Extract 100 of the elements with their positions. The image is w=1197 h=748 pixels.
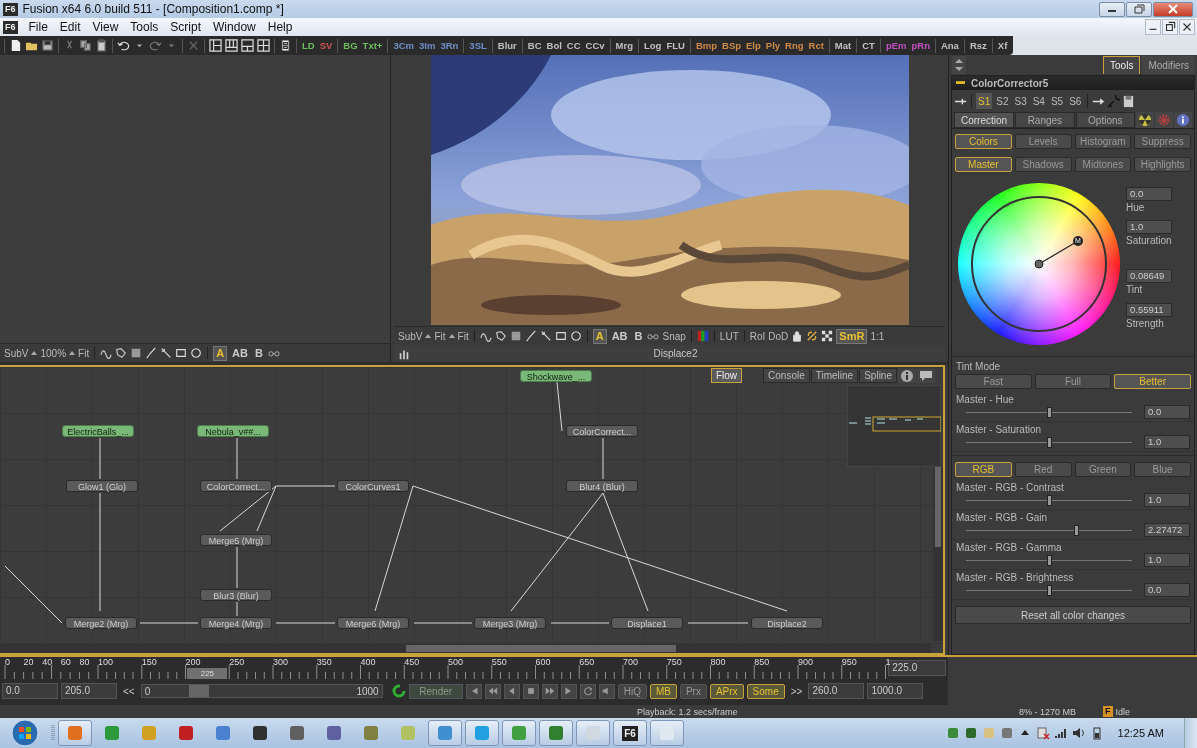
layout-icon[interactable]: [225, 39, 238, 52]
render-start-field[interactable]: 205.0: [61, 683, 117, 699]
render-icon[interactable]: [391, 684, 406, 698]
tool-button[interactable]: pEm: [883, 40, 909, 51]
tool-button[interactable]: Log: [642, 40, 664, 51]
flow-node[interactable]: ElectricBalls_...: [62, 425, 134, 437]
polygon-icon[interactable]: [494, 330, 507, 342]
layout-icon[interactable]: [241, 39, 254, 52]
collapse-icon[interactable]: [956, 81, 965, 85]
taskbar-app[interactable]: [539, 720, 573, 746]
panel-tab[interactable]: Modifiers: [1142, 56, 1195, 74]
value-field[interactable]: 1.0: [1126, 220, 1172, 234]
flow-node[interactable]: Merge6 (Mrg): [337, 617, 409, 629]
tool-button[interactable]: BC: [525, 40, 544, 51]
menu-item[interactable]: Window: [207, 20, 262, 34]
wand-icon[interactable]: [539, 330, 552, 342]
menu-item[interactable]: Tools: [124, 20, 165, 34]
set-button[interactable]: S6: [1067, 93, 1084, 109]
taskbar-app[interactable]: F6: [613, 720, 647, 746]
tool-button[interactable]: Bol: [544, 40, 564, 51]
brush-icon[interactable]: [524, 330, 537, 342]
navigator-minimap[interactable]: [847, 385, 941, 467]
panel-tab[interactable]: Tools: [1103, 56, 1141, 74]
signal-icon[interactable]: [1053, 726, 1068, 740]
inspector-tab[interactable]: Correction: [954, 112, 1015, 128]
close-button[interactable]: [1153, 1, 1193, 17]
brush-icon[interactable]: [145, 347, 158, 359]
option-button[interactable]: MB: [649, 683, 677, 699]
go-to-start-button[interactable]: [465, 683, 482, 699]
rewind-button[interactable]: [484, 683, 501, 699]
new-file-icon[interactable]: [9, 39, 22, 52]
tool-button[interactable]: 3Im: [417, 40, 438, 51]
channel-button[interactable]: AB: [230, 345, 250, 361]
mode-button[interactable]: Colors: [955, 134, 1012, 149]
render-button[interactable]: Render: [408, 683, 463, 699]
set-button[interactable]: S2: [994, 93, 1011, 109]
option-button[interactable]: Some: [746, 683, 785, 699]
flow-node[interactable]: Blur3 (Blur): [200, 589, 272, 601]
up-down-icon[interactable]: [952, 56, 966, 74]
play-reverse-button[interactable]: [503, 683, 520, 699]
link-icon[interactable]: [806, 330, 819, 342]
value-field[interactable]: 2.27472: [1144, 523, 1190, 537]
panel-tab[interactable]: Timeline: [810, 368, 859, 383]
tint-mode-button[interactable]: Better: [1114, 374, 1191, 389]
tool-button[interactable]: Elp: [744, 40, 763, 51]
channel-button[interactable]: Red: [1014, 462, 1072, 477]
mode-button[interactable]: Histogram: [1074, 134, 1132, 149]
slider-thumb[interactable]: [1047, 494, 1052, 506]
panel-tab[interactable]: Flow: [710, 368, 743, 383]
set-button[interactable]: S1: [976, 93, 993, 109]
info-icon[interactable]: [898, 368, 916, 383]
flow-node[interactable]: Merge4 (Mrg): [200, 617, 272, 629]
mode-button[interactable]: Suppress: [1134, 134, 1191, 149]
menu-item[interactable]: Script: [164, 20, 208, 34]
end-time-field[interactable]: 1000.0: [867, 683, 924, 699]
restore-icon[interactable]: [1162, 19, 1178, 35]
channel-button[interactable]: Green: [1074, 462, 1132, 477]
channel-button[interactable]: A: [592, 328, 607, 344]
tool-button[interactable]: Mat: [832, 40, 854, 51]
channel-button[interactable]: AB: [609, 328, 630, 344]
start-button[interactable]: [10, 718, 40, 748]
stop-button[interactable]: [522, 683, 539, 699]
channel-button[interactable]: B: [253, 345, 265, 361]
clipboard-icon[interactable]: [95, 39, 108, 52]
slider-thumb[interactable]: [1073, 524, 1079, 536]
caret-icon[interactable]: [69, 350, 76, 356]
checker-icon[interactable]: [821, 330, 834, 342]
flow-node[interactable]: Displace2: [751, 617, 823, 629]
tool-button[interactable]: Ply: [763, 40, 783, 51]
network-warning-icon[interactable]: [1035, 726, 1050, 740]
value-field[interactable]: 1.0: [1144, 553, 1190, 567]
channel-button[interactable]: B: [632, 328, 645, 344]
slider-thumb[interactable]: [1047, 584, 1052, 596]
go-to-end-button[interactable]: [560, 683, 577, 699]
lut-button[interactable]: LUT: [719, 330, 739, 342]
tool-button[interactable]: FLU: [664, 40, 687, 51]
tool-button[interactable]: SV: [317, 40, 335, 51]
tool-button[interactable]: Mrg: [613, 40, 635, 51]
value-field[interactable]: 0.0: [1144, 405, 1190, 419]
range-button[interactable]: Highlights: [1134, 157, 1191, 172]
flow-node[interactable]: ColorCurves1: [337, 480, 409, 492]
tool-button[interactable]: pRn: [909, 40, 932, 51]
flow-node[interactable]: Nebula_v##...: [197, 425, 269, 437]
range-button[interactable]: Master: [955, 157, 1012, 172]
tool-button[interactable]: Blur: [495, 40, 519, 51]
fit-button[interactable]: Fit: [78, 347, 90, 359]
tool-button[interactable]: CC: [564, 40, 583, 51]
flow-node[interactable]: Merge3 (Mrg): [474, 617, 546, 629]
dod-button[interactable]: DoD: [768, 330, 789, 342]
tint-mode-button[interactable]: Full: [1034, 374, 1112, 389]
flow-node[interactable]: Merge2 (Mrg): [65, 617, 137, 629]
menu-item[interactable]: Help: [261, 20, 299, 34]
clip-icon[interactable]: [279, 39, 292, 52]
channel-button[interactable]: A: [213, 345, 228, 361]
speaker-icon[interactable]: [1071, 726, 1086, 740]
panel-tab[interactable]: Spline: [859, 368, 897, 383]
ratio-button[interactable]: 1:1: [870, 330, 885, 342]
minimize-icon[interactable]: [1145, 19, 1161, 35]
minimize-button[interactable]: [1099, 1, 1125, 17]
start-time-field[interactable]: 0.0: [2, 683, 58, 699]
